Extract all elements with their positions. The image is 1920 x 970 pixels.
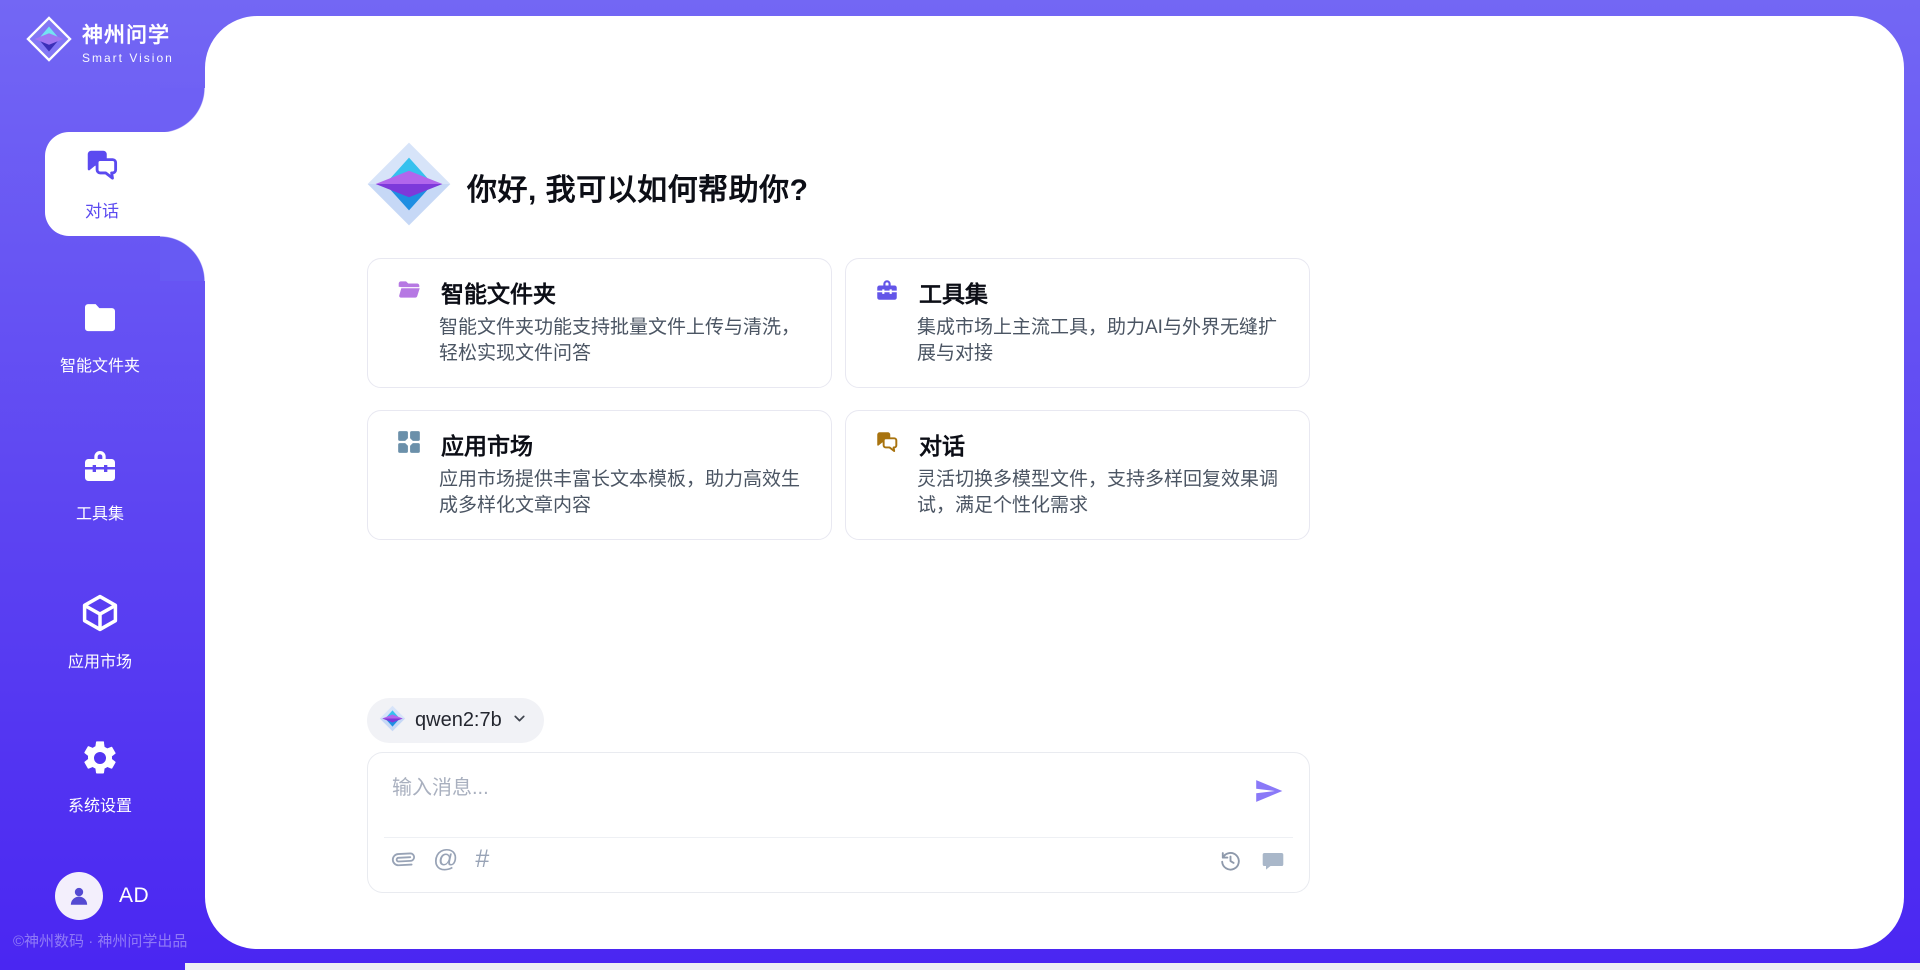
- message-input[interactable]: [392, 769, 1229, 807]
- diamond-logo-icon: [379, 705, 406, 737]
- diamond-logo-icon: [365, 140, 453, 233]
- chat-bubbles-icon: [874, 429, 900, 460]
- attachment-icon[interactable]: [392, 847, 416, 871]
- sidebar-item-label: 对话: [85, 197, 119, 222]
- card-smart-folder[interactable]: 智能文件夹 智能文件夹功能支持批量文件上传与清洗，轻松实现文件问答: [367, 258, 832, 388]
- sidebar-item-market[interactable]: 应用市场: [20, 592, 180, 672]
- mention-icon[interactable]: @: [433, 846, 458, 872]
- tab-curve-top: [160, 88, 205, 133]
- toolbox-icon: [874, 277, 900, 308]
- tab-curve-bottom: [160, 236, 205, 281]
- copyright-footer: ©神州数码 · 神州问学出品: [13, 930, 187, 951]
- composer-divider: [384, 837, 1293, 838]
- sidebar-item-folder[interactable]: 智能文件夹: [20, 298, 180, 376]
- brand-subtitle: Smart Vision: [82, 51, 174, 65]
- sidebar-item-label: 工具集: [76, 500, 124, 524]
- card-toolset[interactable]: 工具集 集成市场上主流工具，助力AI与外界无缝扩展与对接: [845, 258, 1310, 388]
- card-title: 智能文件夹: [441, 275, 556, 309]
- user-name: AD: [119, 884, 149, 908]
- sidebar-item-label: 系统设置: [68, 792, 132, 816]
- toolbox-icon: [80, 446, 120, 491]
- hashtag-icon[interactable]: #: [475, 846, 489, 872]
- card-title: 工具集: [919, 275, 988, 309]
- card-description: 灵活切换多模型文件，支持多样回复效果调试，满足个性化需求: [917, 467, 1285, 519]
- sidebar-item-label: 应用市场: [68, 648, 132, 672]
- brand: 神州问学 Smart Vision: [26, 16, 174, 67]
- user-profile[interactable]: AD: [55, 872, 149, 920]
- card-description: 应用市场提供丰富长文本模板，助力高效生成多样化文章内容: [439, 467, 807, 519]
- greeting-row: 你好, 我可以如何帮助你?: [365, 140, 809, 233]
- message-composer: @ #: [367, 752, 1310, 893]
- composer-right-tools: [1218, 848, 1285, 873]
- card-app-market[interactable]: 应用市场 应用市场提供丰富长文本模板，助力高效生成多样化文章内容: [367, 410, 832, 540]
- card-description: 集成市场上主流工具，助力AI与外界无缝扩展与对接: [917, 315, 1285, 367]
- card-title: 应用市场: [441, 427, 533, 461]
- model-selector[interactable]: qwen2:7b: [367, 698, 544, 743]
- card-chat[interactable]: 对话 灵活切换多模型文件，支持多样回复效果调试，满足个性化需求: [845, 410, 1310, 540]
- model-name: qwen2:7b: [415, 709, 502, 732]
- cube-icon: [79, 592, 121, 639]
- folder-open-icon: [396, 277, 422, 308]
- history-icon[interactable]: [1218, 848, 1243, 873]
- composer-tools: @ #: [392, 846, 489, 872]
- chat-bubbles-icon: [83, 146, 121, 189]
- card-description: 智能文件夹功能支持批量文件上传与清洗，轻松实现文件问答: [439, 315, 807, 367]
- folder-icon: [80, 298, 120, 343]
- grid-icon: [396, 429, 422, 460]
- page-title: 你好, 我可以如何帮助你?: [467, 165, 809, 209]
- brand-name: 神州问学: [82, 19, 174, 49]
- sidebar-item-label: 智能文件夹: [60, 352, 140, 376]
- sidebar-item-chat[interactable]: 对话: [45, 132, 205, 236]
- sidebar-item-settings[interactable]: 系统设置: [20, 738, 180, 816]
- feature-cards: 智能文件夹 智能文件夹功能支持批量文件上传与清洗，轻松实现文件问答 工具集 集成…: [367, 258, 1310, 540]
- chevron-down-icon: [511, 710, 528, 732]
- card-title: 对话: [919, 427, 965, 461]
- quick-phrase-icon[interactable]: [1261, 849, 1285, 873]
- bottom-edge: [185, 963, 1920, 970]
- gear-icon: [80, 738, 120, 783]
- diamond-logo-icon: [26, 16, 72, 67]
- avatar: [55, 872, 103, 920]
- send-icon[interactable]: [1253, 775, 1285, 807]
- sidebar-item-tools[interactable]: 工具集: [20, 446, 180, 524]
